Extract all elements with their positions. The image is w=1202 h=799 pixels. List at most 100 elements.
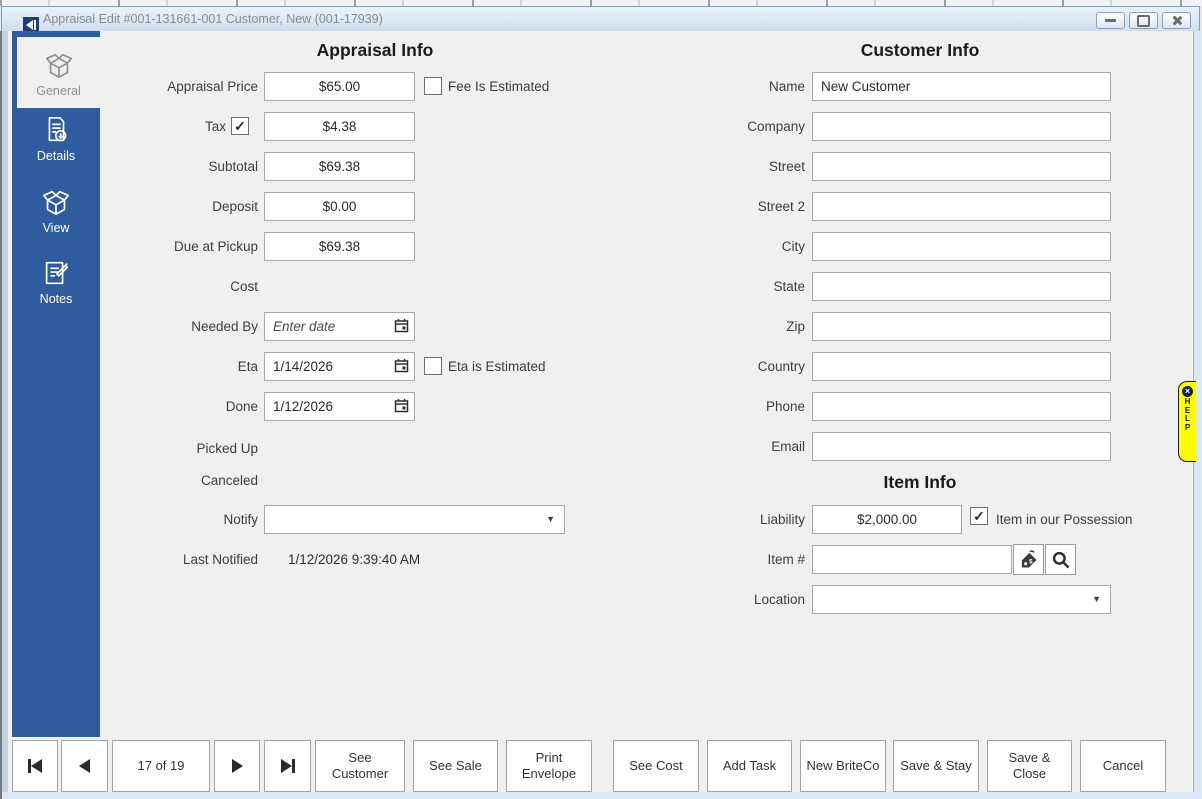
notify-label: Notify [100,505,258,534]
maximize-button[interactable] [1129,12,1158,29]
open-box-icon [41,187,71,217]
print-envelope-button[interactable]: Print Envelope [506,740,592,792]
sidebar-item-details[interactable]: Details [12,115,100,163]
tax-checkbox[interactable]: ✓ [231,117,249,135]
country-input[interactable] [812,352,1111,381]
document-download-icon [41,115,71,145]
document-edit-icon [41,258,71,288]
email-input[interactable] [812,432,1111,461]
subtotal-label: Subtotal [100,152,258,181]
checkbox-mark: ✓ [971,508,987,524]
minimize-icon [1105,19,1116,22]
street2-input[interactable] [812,192,1111,221]
location-dropdown[interactable]: ▼ [812,585,1111,614]
window-frame-bottom [2,792,1202,799]
help-tab-label: HELP [1183,398,1192,432]
previous-record-button[interactable] [61,740,108,792]
due-at-pickup-input[interactable] [264,232,415,261]
fee-is-estimated-label: Fee Is Estimated [448,72,549,101]
item-info-title: Item Info [730,472,1110,493]
zip-input[interactable] [812,312,1111,341]
done-date-value: 1/12/2026 [273,393,333,420]
needed-by-calendar-button[interactable] [393,318,410,335]
sidebar-item-general[interactable]: General [17,37,100,108]
sidebar-item-notes[interactable]: Notes [12,258,100,306]
skip-first-icon [31,759,42,773]
tax-input[interactable] [264,112,415,141]
add-task-button[interactable]: Add Task [707,740,792,792]
open-box-icon [44,50,74,80]
item-in-possession-checkbox[interactable]: ✓ [970,507,988,525]
cost-label: Cost [100,272,258,301]
window-frame-right [1196,31,1202,799]
zip-label: Zip [652,312,805,341]
phone-label: Phone [652,392,805,421]
city-label: City [652,232,805,261]
save-and-close-button[interactable]: Save & Close [987,740,1072,792]
item-search-button[interactable] [1045,544,1076,575]
sidebar-item-label: Details [12,149,100,163]
due-at-pickup-label: Due at Pickup [100,232,258,261]
minimize-button[interactable] [1096,12,1125,29]
price-tag-icon: $ [1019,550,1039,570]
eta-is-estimated-label: Eta is Estimated [448,352,546,381]
deposit-label: Deposit [100,192,258,221]
done-label: Done [100,392,258,421]
deposit-input[interactable] [264,192,415,221]
state-input[interactable] [812,272,1111,301]
price-tag-button[interactable]: $ [1013,544,1044,575]
chevron-down-icon: ▼ [1092,594,1101,604]
company-input[interactable] [812,112,1111,141]
phone-input[interactable] [812,392,1111,421]
record-position: 17 of 19 [112,740,210,792]
calendar-icon [394,358,409,373]
appraisal-price-input[interactable] [264,72,415,101]
sidebar: General Details View [12,31,100,737]
company-label: Company [652,112,805,141]
done-calendar-button[interactable] [393,398,410,415]
name-label: Name [652,72,805,101]
maximize-icon [1137,15,1150,27]
street-input[interactable] [812,152,1111,181]
last-notified-label: Last Notified [100,545,258,574]
liability-label: Liability [652,505,805,534]
done-date-input[interactable]: 1/12/2026 [264,392,415,421]
fee-is-estimated-checkbox[interactable] [424,77,442,95]
item-in-possession-label: Item in our Possession [996,505,1133,534]
previous-icon [79,759,90,773]
needed-by-date-input[interactable]: Enter date [264,312,415,341]
see-sale-button[interactable]: See Sale [413,740,498,792]
eta-date-input[interactable]: 1/14/2026 [264,352,415,381]
sidebar-item-view[interactable]: View [12,187,100,235]
eta-calendar-button[interactable] [393,358,410,375]
name-input[interactable] [812,72,1111,101]
next-record-button[interactable] [214,740,260,792]
help-tab[interactable]: × HELP [1178,381,1196,462]
state-label: State [652,272,805,301]
new-briteco-button[interactable]: New BriteCo [800,740,886,792]
last-record-button[interactable] [264,740,311,792]
search-icon [1051,550,1071,570]
save-and-stay-button[interactable]: Save & Stay [893,740,979,792]
title-bar: Appraisal Edit #001-131661-001 Customer,… [1,6,1200,31]
see-customer-button[interactable]: See Customer [315,740,405,792]
sidebar-item-label: Notes [12,292,100,306]
window-title: Appraisal Edit #001-131661-001 Customer,… [43,12,383,26]
picked-up-label: Picked Up [100,434,258,463]
sidebar-item-label: View [12,221,100,235]
first-record-button[interactable] [12,740,58,792]
svg-text:$: $ [1029,558,1033,565]
eta-date-value: 1/14/2026 [273,353,333,380]
cancel-button[interactable]: Cancel [1080,740,1166,792]
close-button[interactable] [1162,12,1191,29]
checkbox-mark: ✓ [232,118,248,134]
subtotal-input[interactable] [264,152,415,181]
notify-dropdown[interactable]: ▼ [264,505,565,534]
liability-input[interactable] [812,505,962,534]
eta-is-estimated-checkbox[interactable] [424,357,442,375]
item-number-input[interactable] [812,545,1012,574]
city-input[interactable] [812,232,1111,261]
appraisal-edit-window: Appraisal Edit #001-131661-001 Customer,… [0,0,1202,799]
see-cost-button[interactable]: See Cost [613,740,699,792]
close-icon [1171,15,1182,26]
